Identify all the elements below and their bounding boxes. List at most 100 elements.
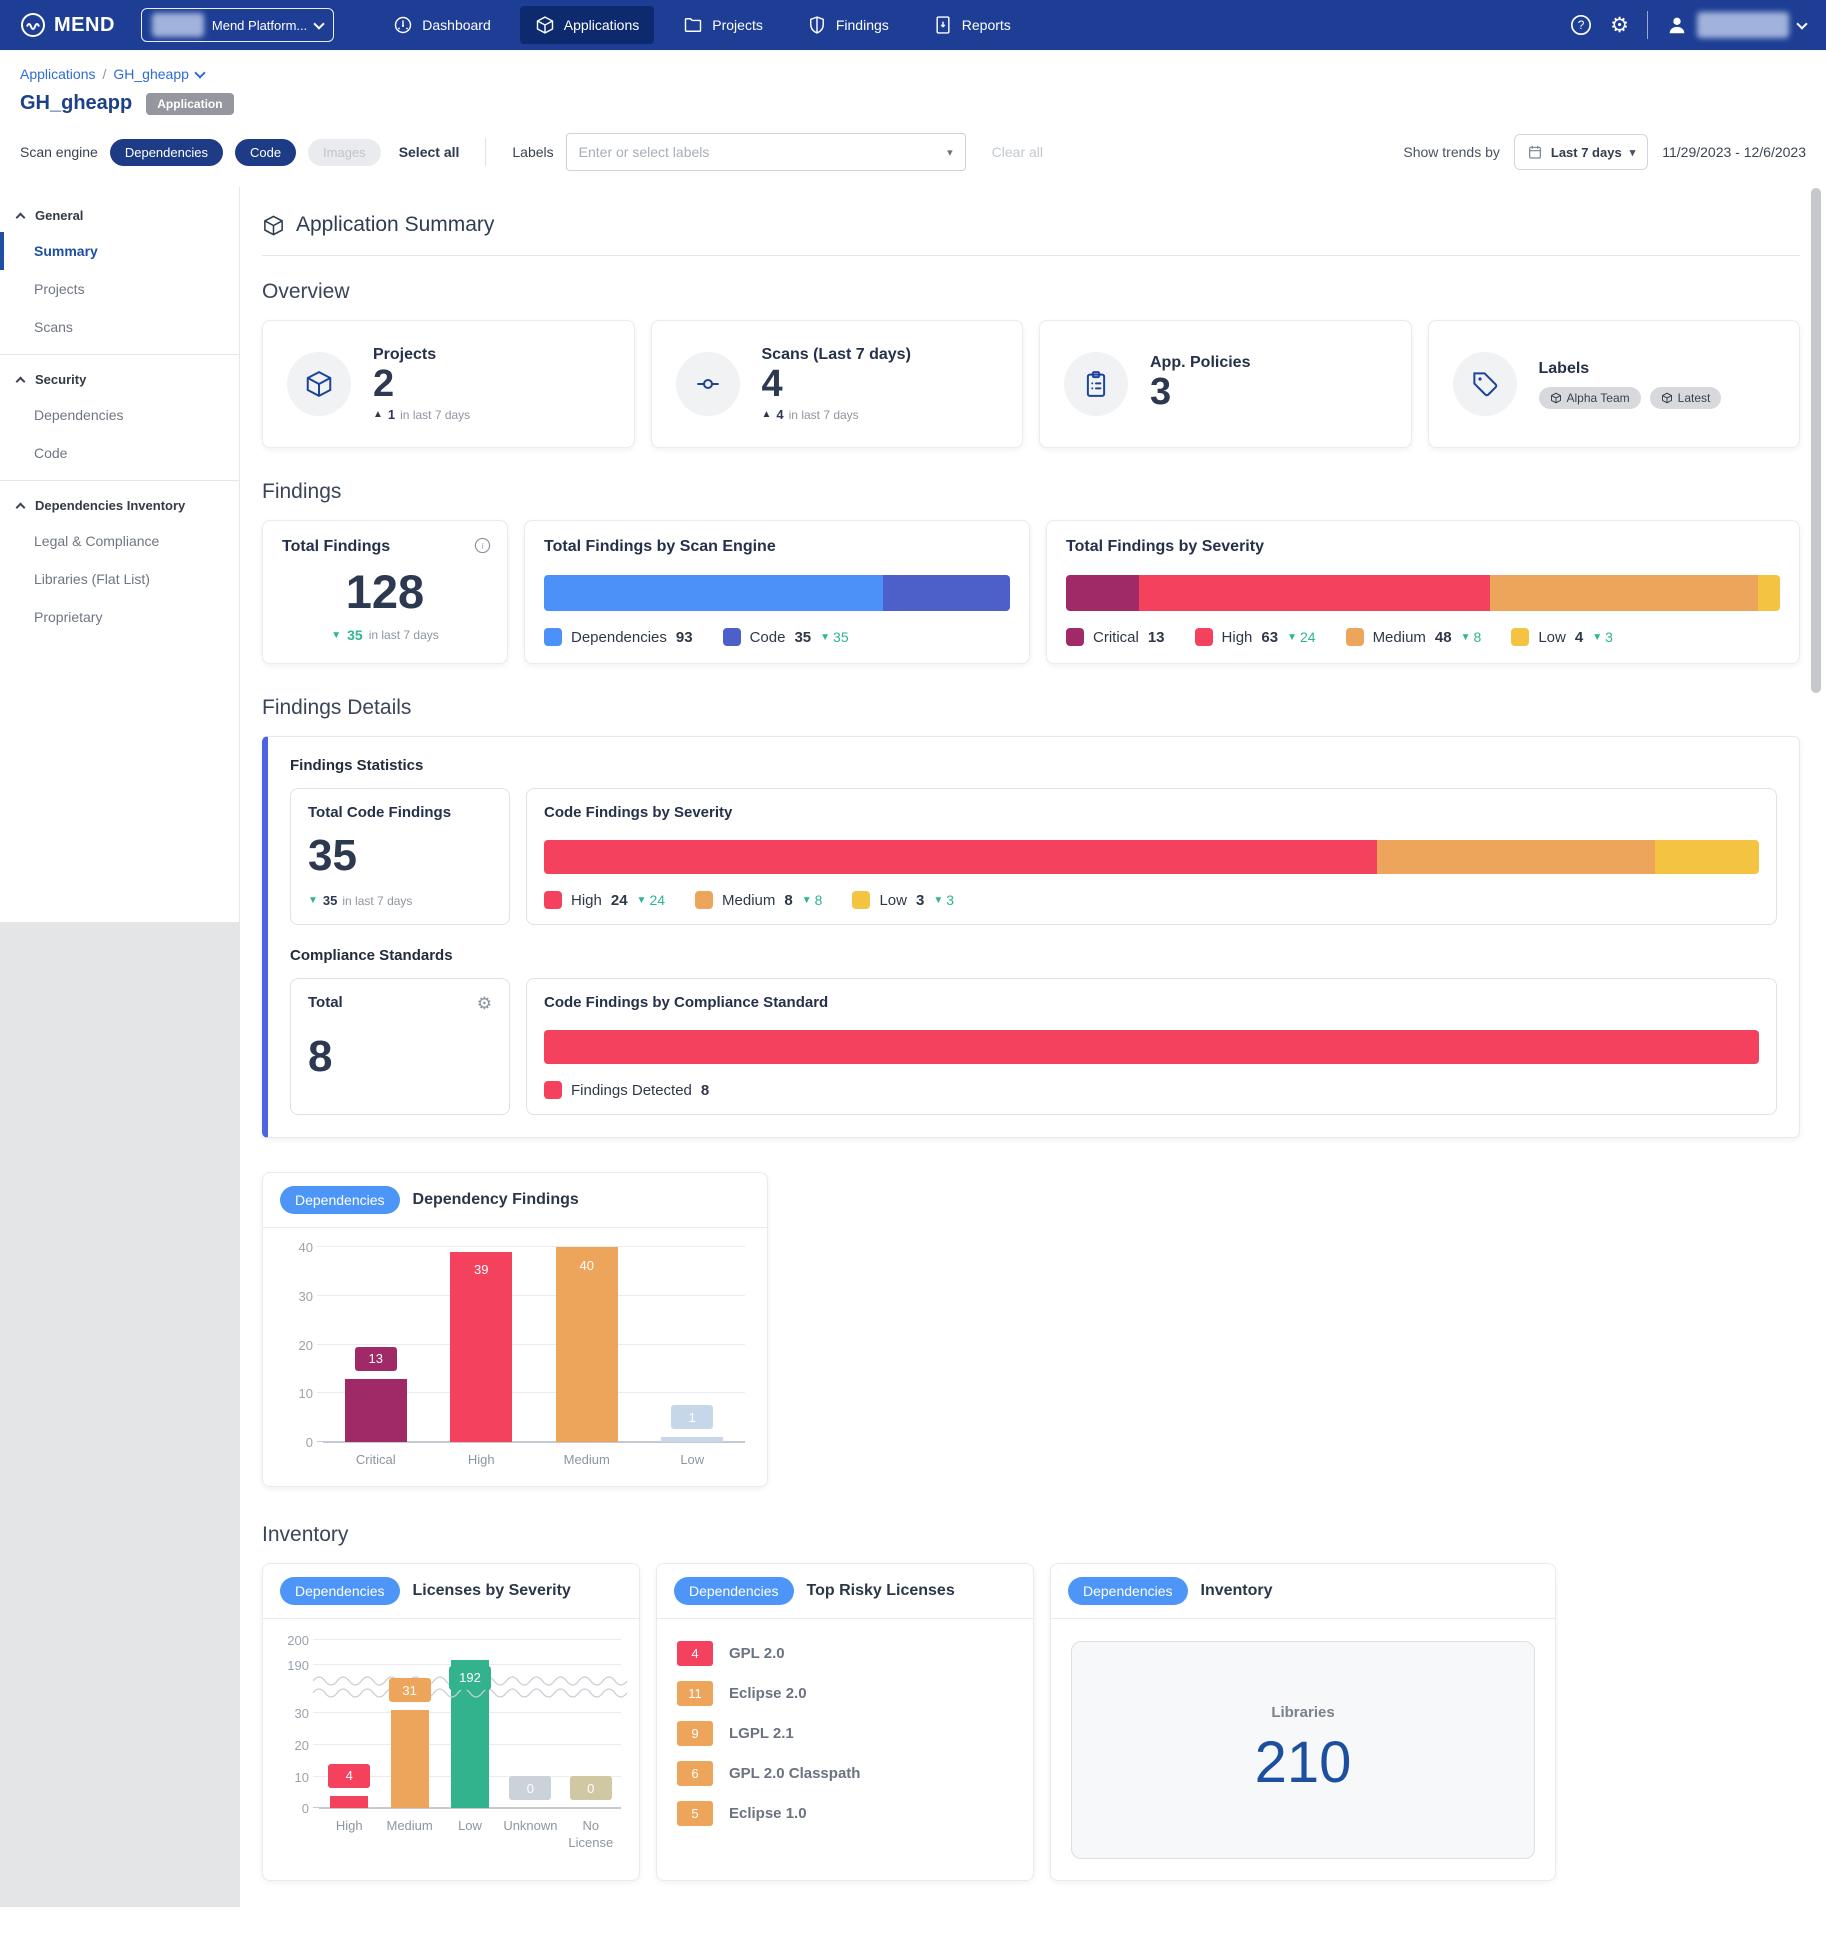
dropdown-arrow-icon: ▾ <box>1630 146 1636 159</box>
legend-color-medium <box>1346 628 1364 646</box>
overview-cards: Projects 2 ▲ 1 in last 7 days Scans (Las… <box>262 320 1800 448</box>
sidebar-item-dependencies[interactable]: Dependencies <box>0 396 239 434</box>
icon-circle <box>1064 352 1128 416</box>
list-item[interactable]: 4 GPL 2.0 <box>677 1641 1013 1666</box>
cube-icon <box>1550 392 1562 404</box>
legend-color-medium <box>695 891 713 909</box>
bar-segment-medium <box>1490 575 1758 611</box>
nav-item-projects[interactable]: Projects <box>668 6 778 44</box>
x-tick-label: High <box>319 1818 379 1851</box>
sidebar-section-header-dependencies-inventory[interactable]: Dependencies Inventory <box>0 485 239 522</box>
mend-logo-icon <box>20 12 46 38</box>
scan-engine-label: Scan engine <box>20 144 98 160</box>
sidebar-section-header-security[interactable]: Security <box>0 359 239 396</box>
code-findings-by-compliance-card: Code Findings by Compliance Standard Fin… <box>526 978 1777 1115</box>
scan-icon <box>693 369 723 399</box>
card-title: Code Findings by Severity <box>544 804 1759 821</box>
findings-by-severity-card: Total Findings by Severity Critical 13 H… <box>1046 520 1800 664</box>
application-type-badge: Application <box>146 93 233 115</box>
sidebar-item-summary[interactable]: Summary <box>0 232 239 270</box>
nav-item-applications[interactable]: Applications <box>520 6 655 44</box>
clear-all-button[interactable]: Clear all <box>992 144 1043 160</box>
bar-value-label: 40 <box>566 1253 608 1277</box>
findings-cards: Total Findings i 128 ▼ 35 in last 7 days… <box>262 520 1800 664</box>
label-chip-latest[interactable]: Latest <box>1650 387 1722 409</box>
trend-line: ▲ 4 in last 7 days <box>762 407 911 422</box>
trend-value: 35 <box>347 627 363 643</box>
sidebar-item-code[interactable]: Code <box>0 434 239 472</box>
legend-item-critical: Critical 13 <box>1066 628 1165 646</box>
trend-line: ▼ 35 in last 7 days <box>308 893 492 908</box>
card-title: Total <box>308 994 343 1011</box>
labels-input[interactable] <box>579 144 939 160</box>
top-risky-licenses-card: Dependencies Top Risky Licenses 4 GPL 2.… <box>656 1563 1034 1881</box>
engine-pill-code[interactable]: Code <box>235 139 296 166</box>
icon-circle <box>287 352 351 416</box>
select-all-button[interactable]: Select all <box>399 144 460 160</box>
card-title: Code Findings by Compliance Standard <box>544 994 1759 1011</box>
help-icon[interactable]: ? <box>1570 14 1592 36</box>
sidebar-item-libraries-flat-list[interactable]: Libraries (Flat List) <box>0 560 239 598</box>
chevron-down-icon[interactable] <box>194 67 205 78</box>
legend-item-medium: Medium 48 ▼8 <box>1346 628 1482 646</box>
trend-value: 8 <box>1474 629 1482 645</box>
sidebar-item-legal-compliance[interactable]: Legal & Compliance <box>0 522 239 560</box>
trend-value: 24 <box>649 892 665 908</box>
dropdown-arrow-icon[interactable]: ▾ <box>947 146 953 159</box>
org-selector[interactable]: Mend Platform... <box>141 8 334 42</box>
cube-icon <box>1661 392 1673 404</box>
labels-select[interactable]: ▾ <box>566 133 966 171</box>
trend-value: 3 <box>946 892 954 908</box>
license-count-badge: 4 <box>677 1641 713 1666</box>
user-menu[interactable] <box>1666 12 1806 38</box>
engine-pill-dependencies[interactable]: Dependencies <box>110 139 223 166</box>
y-axis: 010203040 <box>285 1248 315 1443</box>
sidebar-item-scans[interactable]: Scans <box>0 308 239 346</box>
settings-gear-icon[interactable]: ⚙ <box>1610 15 1629 36</box>
trend-down-icon: ▼ <box>308 895 318 906</box>
sidebar-section-header-general[interactable]: General <box>0 195 239 232</box>
legend-trend: ▼3 <box>1592 629 1613 645</box>
legend-color-code <box>723 628 741 646</box>
trend-range-dropdown[interactable]: Last 7 days ▾ <box>1514 134 1648 170</box>
x-tick-label: Low <box>640 1452 746 1468</box>
list-item[interactable]: 11 Eclipse 2.0 <box>677 1681 1013 1706</box>
sidebar-section-title: General <box>35 208 83 223</box>
sidebar-section-security: Security Dependencies Code <box>0 355 239 481</box>
list-item[interactable]: 9 LGPL 2.1 <box>677 1721 1013 1746</box>
x-tick-label: No License <box>561 1818 621 1851</box>
dependencies-chip: Dependencies <box>280 1186 400 1214</box>
legend-trend: ▼8 <box>802 892 823 908</box>
vertical-scrollbar[interactable] <box>1811 188 1821 693</box>
nav-item-findings[interactable]: Findings <box>792 6 904 44</box>
breadcrumb-applications[interactable]: Applications <box>20 66 96 82</box>
x-axis: HighMediumLowUnknownNo License <box>319 1818 621 1851</box>
sidebar-item-proprietary[interactable]: Proprietary <box>0 598 239 636</box>
info-icon[interactable]: i <box>474 537 491 559</box>
card-label: Projects <box>373 346 470 364</box>
settings-gear-icon[interactable]: ⚙ <box>477 994 492 1014</box>
label-chip-alpha-team[interactable]: Alpha Team <box>1539 387 1641 409</box>
nav-item-dashboard[interactable]: Dashboard <box>378 6 506 44</box>
bar-value-label: 39 <box>460 1258 502 1282</box>
y-tick-label: 200 <box>287 1633 309 1648</box>
breadcrumb-current[interactable]: GH_gheapp <box>113 66 189 82</box>
trend-down-icon: ▼ <box>1287 632 1297 643</box>
calendar-icon <box>1527 144 1543 160</box>
findings-details-card: Findings Statistics Total Code Findings … <box>262 736 1800 1138</box>
sidebar-item-projects[interactable]: Projects <box>0 270 239 308</box>
engine-pill-images[interactable]: Images <box>308 139 381 166</box>
list-item[interactable]: 5 Eclipse 1.0 <box>677 1801 1013 1826</box>
legend-trend: ▼35 <box>820 629 848 645</box>
card-title: Total Findings by Scan Engine <box>544 538 1010 556</box>
org-selector-label: Mend Platform... <box>212 18 307 33</box>
label-chip-text: Alpha Team <box>1567 391 1630 405</box>
legend-value: 35 <box>794 629 811 646</box>
nav-item-reports[interactable]: Reports <box>918 6 1026 44</box>
risky-licenses-list: 4 GPL 2.0 11 Eclipse 2.0 9 LGPL 2.1 6 GP… <box>657 1619 1033 1863</box>
mend-logo[interactable]: MEND <box>20 12 115 38</box>
bar-critical <box>345 1379 407 1442</box>
list-item[interactable]: 6 GPL 2.0 Classpath <box>677 1761 1013 1786</box>
cube-icon <box>304 369 334 399</box>
x-tick-label: Medium <box>379 1818 439 1851</box>
